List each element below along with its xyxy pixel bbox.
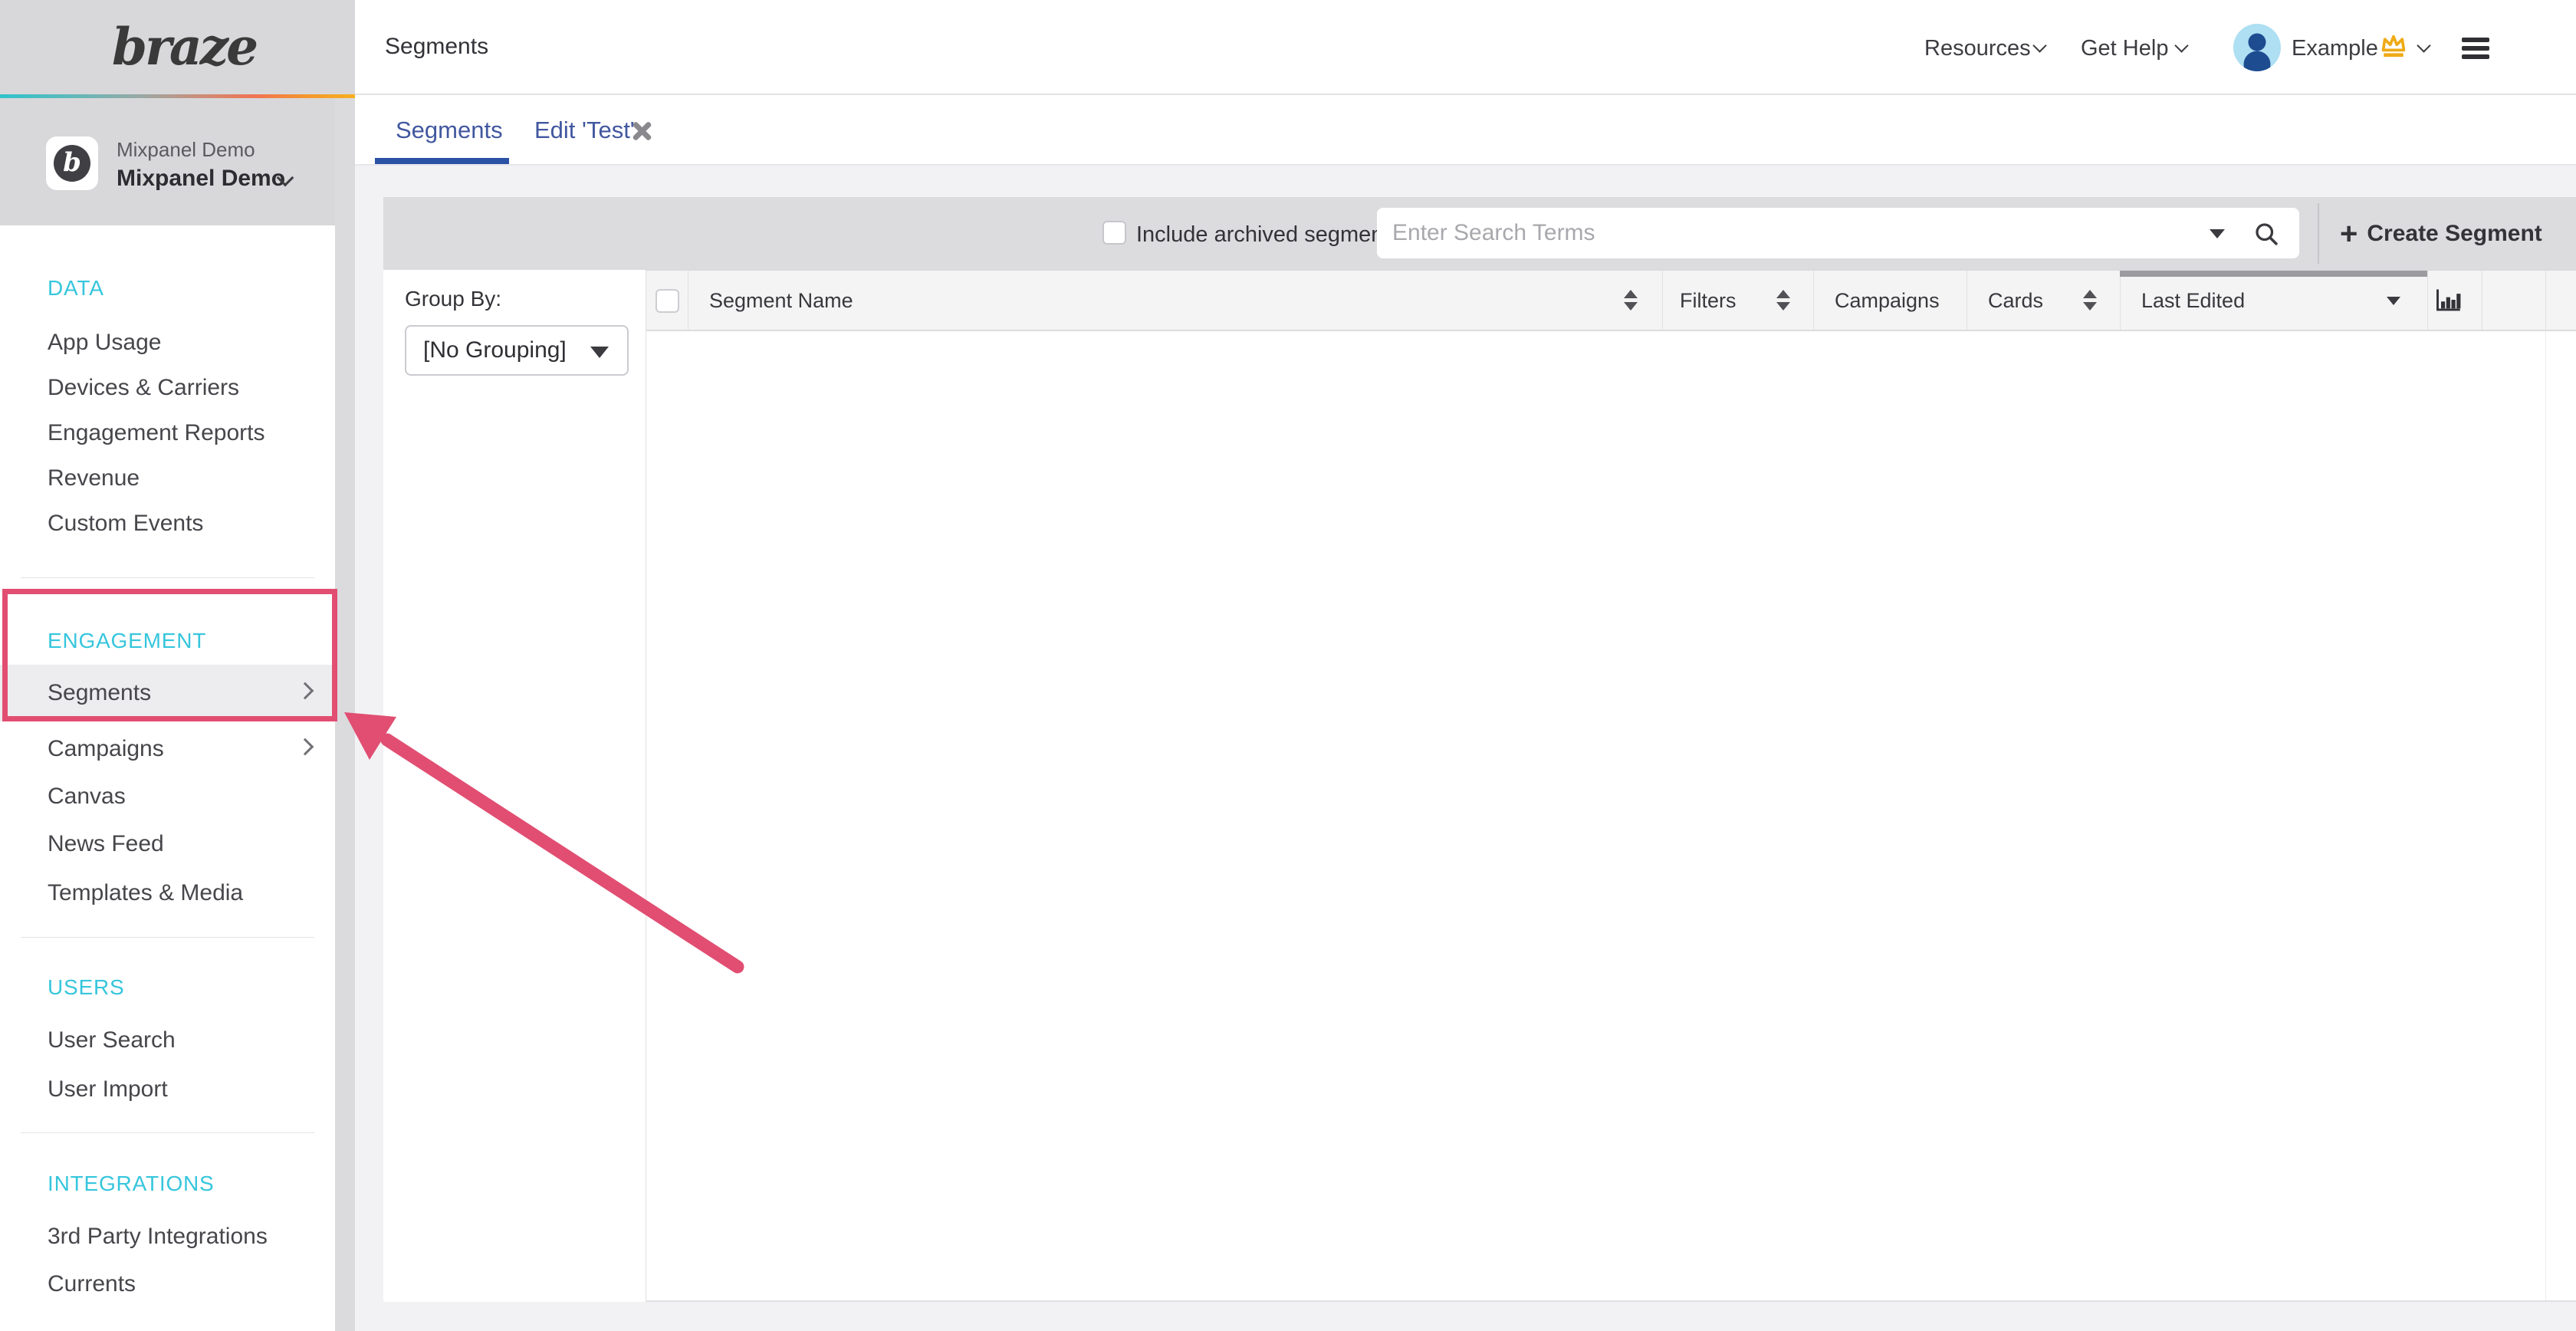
user-avatar[interactable]: [2233, 24, 2281, 75]
sidebar-item-custom-events[interactable]: Custom Events: [48, 511, 203, 537]
sidebar-item-news-feed[interactable]: News Feed: [48, 831, 164, 857]
chevron-down-icon: [2032, 38, 2046, 52]
sidebar-item-engagement-reports[interactable]: Engagement Reports: [48, 420, 265, 446]
user-name[interactable]: Example: [2292, 36, 2378, 61]
sidebar-scrollbar[interactable]: [335, 98, 355, 1331]
segments-toolbar: Include archived segments + Create Segme…: [383, 197, 2576, 270]
sidebar-item-segments[interactable]: Segments: [48, 680, 151, 706]
include-archived-label: Include archived segments: [1136, 222, 1401, 248]
dropdown-arrow-icon: [590, 347, 609, 358]
table-header: Segment Name Filters Campaigns Cards Las…: [646, 270, 2576, 331]
chevron-right-icon: [297, 738, 314, 756]
braze-logo: braze: [112, 17, 256, 77]
sort-icon[interactable]: [2083, 290, 2097, 311]
sidebar-item-devices-carriers[interactable]: Devices & Carriers: [48, 375, 239, 401]
sidebar-item-revenue[interactable]: Revenue: [48, 465, 140, 491]
column-last-edited[interactable]: Last Edited: [2141, 289, 2245, 313]
chevron-down-icon: [2174, 38, 2188, 52]
sidebar-logo-area: braze: [0, 0, 355, 94]
crown-icon: [2378, 32, 2409, 62]
workspace-app-name: Mixpanel Demo: [117, 138, 255, 162]
sidebar-divider: [21, 937, 314, 938]
sidebar-divider: [21, 1132, 314, 1133]
search-icon[interactable]: [2252, 220, 2280, 251]
sort-icon[interactable]: [1776, 290, 1790, 311]
close-tab-icon[interactable]: [632, 121, 652, 141]
sidebar-item-currents[interactable]: Currents: [48, 1271, 136, 1297]
sidebar-item-3rd-party-integrations[interactable]: 3rd Party Integrations: [48, 1224, 268, 1250]
sidebar-section-users: USERS: [48, 975, 124, 1000]
sorted-column-indicator: [2120, 271, 2427, 277]
column-cards[interactable]: Cards: [1988, 289, 2043, 313]
table-scrollbar-track: [2545, 331, 2546, 1300]
sidebar-item-campaigns[interactable]: Campaigns: [48, 736, 164, 762]
workspace-app-icon: b: [46, 136, 98, 190]
active-tab-underline: [375, 158, 509, 164]
sidebar-section-integrations: INTEGRATIONS: [48, 1172, 215, 1196]
sidebar-item-user-import[interactable]: User Import: [48, 1076, 168, 1103]
tab-bar: Segments Edit 'Test': [355, 95, 2576, 166]
sidebar: braze b Mixpanel Demo Mixpanel Demo DATA…: [0, 0, 335, 1331]
top-bar: Segments Resources Get Help Example: [355, 0, 2576, 95]
search-input[interactable]: [1391, 212, 2176, 254]
workspace-selector[interactable]: b Mixpanel Demo Mixpanel Demo: [0, 98, 335, 225]
column-filters[interactable]: Filters: [1680, 289, 1737, 313]
table-body: [646, 331, 2576, 1302]
bar-chart-icon[interactable]: [2434, 288, 2462, 316]
braze-b-icon: b: [54, 145, 90, 182]
sort-icon[interactable]: [1624, 290, 1638, 311]
get-help-menu[interactable]: Get Help: [2081, 36, 2168, 61]
workspace-name: Mixpanel Demo: [117, 166, 285, 192]
create-segment-button[interactable]: + Create Segment: [2340, 197, 2542, 270]
chevron-down-icon: [2417, 38, 2430, 52]
braze-dashboard: braze b Mixpanel Demo Mixpanel Demo DATA…: [0, 0, 2576, 1331]
sidebar-section-engagement: ENGAGEMENT: [48, 629, 206, 653]
page-title: Segments: [385, 34, 488, 60]
tab-edit-test[interactable]: Edit 'Test': [534, 117, 635, 144]
hamburger-menu-icon[interactable]: [2462, 38, 2489, 63]
plus-icon: +: [2340, 219, 2358, 249]
sidebar-item-app-usage[interactable]: App Usage: [48, 330, 161, 356]
tab-segments[interactable]: Segments: [396, 117, 503, 144]
resources-menu[interactable]: Resources: [1924, 36, 2031, 61]
column-campaigns[interactable]: Campaigns: [1835, 289, 1940, 313]
sort-desc-icon[interactable]: [2387, 297, 2400, 305]
column-segment-name[interactable]: Segment Name: [709, 289, 853, 313]
group-by-dropdown[interactable]: [No Grouping]: [405, 325, 629, 376]
include-archived-checkbox[interactable]: [1102, 221, 1126, 245]
sidebar-item-user-search[interactable]: User Search: [48, 1027, 176, 1053]
toolbar-divider: [2318, 203, 2319, 264]
sidebar-divider: [21, 577, 314, 578]
sidebar-item-canvas[interactable]: Canvas: [48, 784, 126, 810]
main-content: Include archived segments + Create Segme…: [355, 166, 2576, 1331]
group-by-label: Group By:: [405, 287, 501, 311]
group-by-value: [No Grouping]: [423, 337, 567, 363]
search-box: [1377, 208, 2299, 258]
search-dropdown-icon[interactable]: [2210, 229, 2225, 238]
sidebar-item-templates-media[interactable]: Templates & Media: [48, 880, 243, 906]
sidebar-section-data: DATA: [48, 276, 104, 301]
select-all-checkbox[interactable]: [656, 289, 679, 313]
group-by-panel: Group By: [No Grouping]: [383, 270, 646, 1302]
